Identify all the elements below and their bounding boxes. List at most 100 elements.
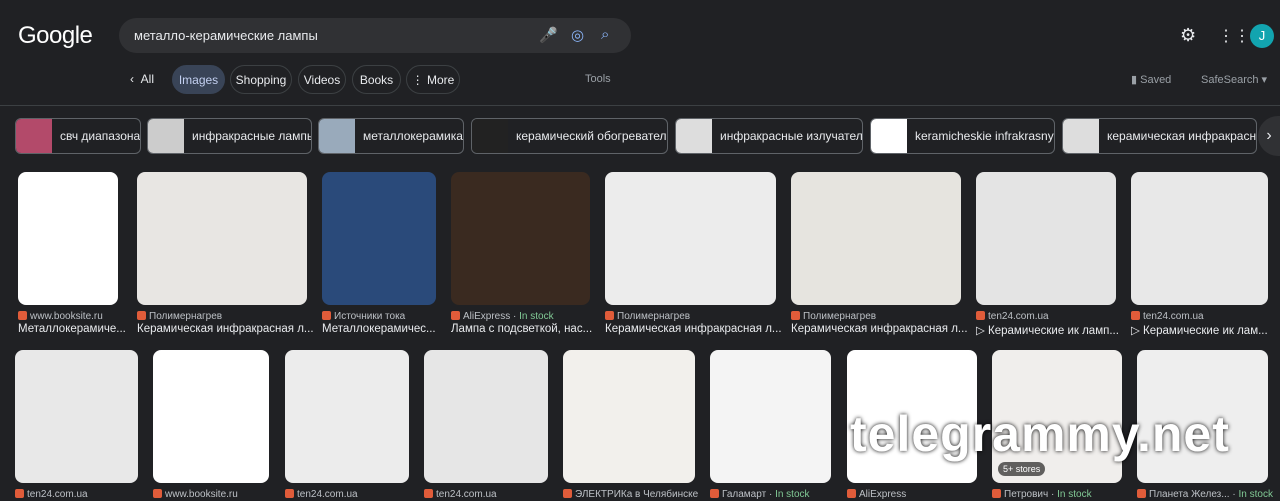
result-source[interactable]: ten24.com.ua (424, 489, 558, 500)
tools-button[interactable]: Tools (585, 73, 611, 85)
result-source[interactable]: Полимернагрев (137, 311, 317, 322)
image-result[interactable] (137, 172, 307, 305)
result-source[interactable]: ЭЛЕКТРИКа в Челябинске (563, 489, 705, 500)
result-title[interactable]: ▷ Керамические ик лам... (1131, 323, 1276, 337)
image-result[interactable] (322, 172, 436, 305)
result-source[interactable]: ten24.com.ua (15, 489, 148, 500)
source-name: ten24.com.ua (1143, 311, 1204, 322)
chip-label: металлокерамика (363, 129, 463, 143)
related-search-chip[interactable]: керамический обогреватель (471, 118, 668, 154)
image-result[interactable] (451, 172, 590, 305)
result-source[interactable]: Полимернагрев (605, 311, 786, 322)
microphone-icon[interactable]: 🎤 (539, 26, 558, 44)
source-name: Планета Желез... (1149, 489, 1230, 500)
result-source[interactable]: www.booksite.ru (18, 311, 128, 322)
source-name: ten24.com.ua (27, 489, 88, 500)
related-search-chip[interactable]: инфракрасные излучатели (675, 118, 863, 154)
avatar[interactable]: J (1250, 24, 1274, 48)
google-logo[interactable]: Google (18, 22, 93, 50)
result-title[interactable]: ▷ Керамические ик ламп... (976, 323, 1124, 337)
result-title[interactable]: Металлокерамиче... (18, 323, 126, 335)
chip-label: керамический обогреватель (516, 129, 668, 143)
apps-grid-icon[interactable]: ⋮⋮ (1218, 26, 1250, 46)
related-search-chip[interactable]: keramicheskie infrakrasnye (870, 118, 1055, 154)
tab-more[interactable]: ⋮ More (406, 65, 460, 94)
result-source[interactable]: ten24.com.ua (285, 489, 419, 500)
source-name: Петрович (1004, 489, 1049, 500)
tab-books[interactable]: Books (352, 65, 401, 94)
chip-thumbnail (1063, 119, 1099, 153)
result-source[interactable]: AliExpress (847, 489, 987, 500)
lens-icon[interactable]: ◎ (571, 26, 584, 44)
image-result[interactable] (153, 350, 269, 483)
chip-thumbnail (319, 119, 355, 153)
source-name: ten24.com.ua (436, 489, 497, 500)
result-title[interactable]: Керамическая инфракрасная л... (605, 323, 784, 335)
favicon-icon (424, 489, 433, 498)
favicon-icon (322, 311, 331, 320)
image-result[interactable] (710, 350, 831, 483)
result-source[interactable]: Полимернагрев (791, 311, 971, 322)
image-result[interactable] (15, 350, 138, 483)
favicon-icon (15, 489, 24, 498)
chip-thumbnail (676, 119, 712, 153)
image-result[interactable] (976, 172, 1116, 305)
image-result[interactable] (285, 350, 409, 483)
result-source[interactable]: Планета Желез... · In stock (1137, 489, 1278, 500)
tab-all[interactable]: ‹ All (130, 72, 154, 86)
header-divider (0, 105, 1280, 106)
search-input[interactable]: металло-керамические лампы (134, 28, 318, 43)
result-source[interactable]: ten24.com.ua (1131, 311, 1278, 322)
source-name: Галамарт (722, 489, 767, 500)
chips-next-arrow-icon[interactable]: › (1258, 116, 1280, 156)
chip-label: керамическая инфракрасная (1107, 129, 1257, 143)
tab-label: All (140, 72, 155, 86)
result-source[interactable]: AliExpress · In stock (451, 311, 600, 322)
image-result[interactable] (18, 172, 118, 305)
related-search-chip[interactable]: металлокерамика (318, 118, 464, 154)
image-result[interactable] (563, 350, 695, 483)
favicon-icon (563, 489, 572, 498)
saved-button[interactable]: ▮ Saved (1131, 73, 1171, 86)
saved-label: Saved (1140, 74, 1172, 86)
image-result[interactable] (791, 172, 961, 305)
stock-status: In stock (775, 489, 810, 500)
result-source[interactable]: Петрович · In stock (992, 489, 1132, 500)
result-source[interactable]: www.booksite.ru (153, 489, 279, 500)
chip-thumbnail (148, 119, 184, 153)
settings-gear-icon[interactable]: ⚙ (1180, 25, 1196, 46)
search-box[interactable]: металло-керамические лампы 🎤 ◎ ⌕ (119, 18, 631, 53)
related-search-chip[interactable]: свч диапазона (15, 118, 141, 154)
safesearch-button[interactable]: SafeSearch ▾ (1201, 73, 1267, 86)
source-name: Источники тока (334, 311, 406, 322)
source-name: Полимернагрев (149, 311, 223, 322)
related-search-chip[interactable]: инфракрасные лампы (147, 118, 312, 154)
related-search-chip[interactable]: керамическая инфракрасная (1062, 118, 1257, 154)
source-name: www.booksite.ru (30, 311, 103, 322)
result-source[interactable]: ten24.com.ua (976, 311, 1126, 322)
favicon-icon (605, 311, 614, 320)
result-source[interactable]: Галамарт · In stock (710, 489, 841, 500)
favicon-icon (1131, 311, 1140, 320)
search-icon[interactable]: ⌕ (601, 26, 609, 43)
result-title[interactable]: Металлокерамичес... (322, 323, 444, 335)
result-source[interactable]: Источники тока (322, 311, 446, 322)
result-title[interactable]: Керамическая инфракрасная л... (791, 323, 969, 335)
tab-label: More (427, 72, 455, 87)
chip-label: свч диапазона (60, 129, 141, 143)
result-title[interactable]: Керамическая инфракрасная л... (137, 323, 315, 335)
stores-badge: 5+ stores (998, 462, 1046, 476)
tab-videos[interactable]: Videos (298, 65, 346, 94)
tab-images[interactable]: Images (172, 65, 225, 94)
chip-thumbnail (472, 119, 508, 153)
source-name: ten24.com.ua (988, 311, 1049, 322)
image-result[interactable] (605, 172, 776, 305)
favicon-icon (992, 489, 1001, 498)
favicon-icon (18, 311, 27, 320)
image-result[interactable] (1131, 172, 1268, 305)
source-name: Полимернагрев (617, 311, 691, 322)
result-title[interactable]: Лампа с подсветкой, нас... (451, 323, 598, 335)
source-name: AliExpress (463, 311, 511, 322)
image-result[interactable] (424, 350, 548, 483)
tab-shopping[interactable]: Shopping (230, 65, 292, 94)
